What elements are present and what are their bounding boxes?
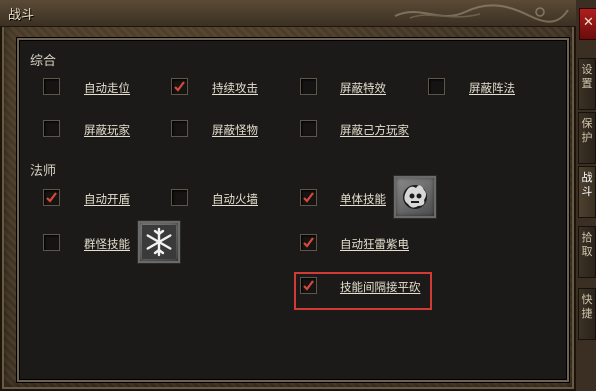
auto-firewall-checkbox[interactable]: [171, 189, 188, 206]
tab-protection[interactable]: 保护: [578, 112, 596, 164]
hide-monsters-label[interactable]: 屏蔽怪物: [212, 122, 258, 138]
checkmark-icon: [303, 192, 314, 203]
hide-formation-label[interactable]: 屏蔽阵法: [469, 80, 515, 96]
dragon-ornament-icon: [394, 4, 569, 23]
hide-effects-label[interactable]: 屏蔽特效: [340, 80, 386, 96]
hide-monsters-checkbox[interactable]: [171, 120, 188, 137]
auto-shield-label[interactable]: 自动开盾: [84, 191, 130, 207]
hide-allies-checkbox[interactable]: [300, 120, 317, 137]
title-bar[interactable]: 战斗: [0, 0, 576, 27]
hide-formation-checkbox[interactable]: [428, 78, 445, 95]
section-mage-heading: 法师: [30, 164, 57, 179]
hide-players-checkbox[interactable]: [43, 120, 60, 137]
auto-move-label[interactable]: 自动走位: [84, 80, 130, 96]
close-button[interactable]: ✕: [579, 8, 596, 40]
section-general-heading: 综合: [30, 54, 57, 69]
auto-thunder-label[interactable]: 自动狂雷紫电: [340, 236, 409, 252]
tab-combat[interactable]: 战斗: [578, 166, 596, 218]
auto-move-checkbox[interactable]: [43, 78, 60, 95]
tab-settings[interactable]: 设置: [578, 58, 596, 110]
hide-effects-checkbox[interactable]: [300, 78, 317, 95]
auto-firewall-label[interactable]: 自动火墙: [212, 191, 258, 207]
window-title: 战斗: [8, 8, 35, 23]
single-skill-label[interactable]: 单体技能: [340, 191, 386, 207]
group-skill-checkbox[interactable]: [43, 234, 60, 251]
continuous-attack-checkbox[interactable]: [171, 78, 188, 95]
auto-shield-checkbox[interactable]: [43, 189, 60, 206]
flame-skull-icon[interactable]: [393, 175, 437, 219]
snowflake-icon[interactable]: [137, 220, 181, 264]
tab-pickup[interactable]: 拾取: [578, 226, 596, 278]
tab-shortcuts[interactable]: 快捷: [578, 288, 596, 340]
checkmark-icon: [174, 81, 185, 92]
group-skill-label[interactable]: 群怪技能: [84, 236, 130, 252]
combat-settings-window: 战斗 综合 法师 自动走位 持续攻击 屏蔽特效 屏蔽阵法 屏蔽玩家 屏蔽怪物 屏…: [0, 0, 576, 391]
single-skill-checkbox[interactable]: [300, 189, 317, 206]
continuous-attack-label[interactable]: 持续攻击: [212, 80, 258, 96]
hide-allies-label[interactable]: 屏蔽己方玩家: [340, 122, 409, 138]
checkmark-icon: [46, 192, 57, 203]
highlight-box: [294, 272, 432, 310]
hide-players-label[interactable]: 屏蔽玩家: [84, 122, 130, 138]
checkmark-icon: [303, 237, 314, 248]
auto-thunder-checkbox[interactable]: [300, 234, 317, 251]
